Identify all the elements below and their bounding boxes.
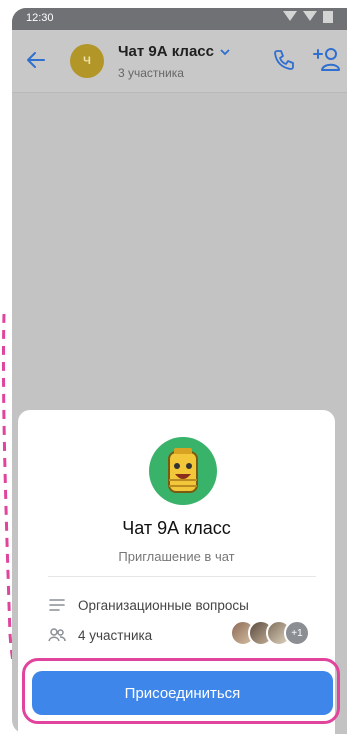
back-arrow-icon[interactable]	[26, 50, 46, 70]
chat-sticker-icon	[149, 437, 217, 505]
status-icons	[283, 11, 333, 23]
users-icon	[48, 628, 66, 642]
sheet-subtitle: Приглашение в чат	[118, 549, 235, 564]
add-user-icon[interactable]	[312, 46, 340, 72]
chat-title-text: Чат 9А класс	[118, 43, 214, 60]
status-time: 12:30	[26, 12, 54, 24]
member-avatars: +1	[230, 620, 310, 646]
divider	[48, 576, 316, 577]
signal-icon	[303, 11, 317, 21]
phone-icon[interactable]	[272, 48, 296, 72]
more-members-badge: +1	[284, 620, 310, 646]
chat-description: Организационные вопросы	[78, 597, 249, 613]
battery-icon	[323, 11, 333, 23]
status-bar: 12:30	[12, 8, 347, 30]
chat-header: Ч Чат 9А класс 3 участника	[12, 30, 347, 93]
chevron-down-icon	[220, 48, 230, 55]
join-button[interactable]: Присоединиться	[32, 671, 333, 715]
sheet-title: Чат 9А класс	[122, 518, 231, 538]
wifi-icon	[283, 11, 297, 21]
description-row: Организационные вопросы	[48, 596, 249, 614]
chat-avatar[interactable]: Ч	[70, 44, 104, 78]
chat-member-count: 3 участника	[118, 66, 184, 80]
members-row: 4 участника	[48, 626, 152, 644]
members-count: 4 участника	[78, 627, 153, 643]
chat-title[interactable]: Чат 9А класс	[118, 43, 230, 60]
text-lines-icon	[49, 599, 65, 611]
